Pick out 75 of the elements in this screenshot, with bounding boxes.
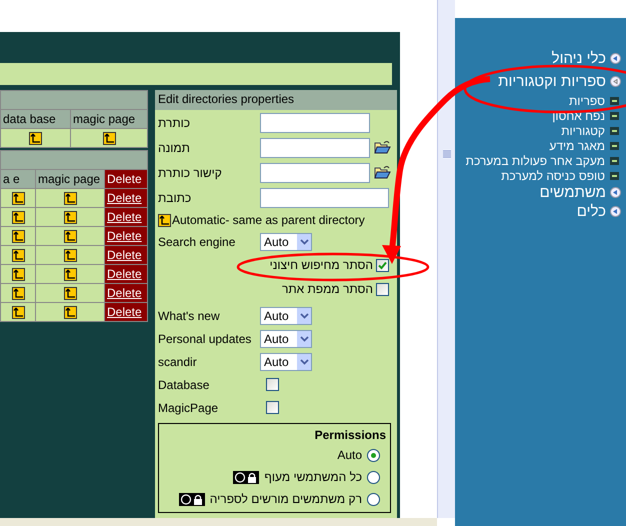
folder-icon[interactable] <box>374 165 391 180</box>
dropdown[interactable]: Auto <box>260 330 312 348</box>
up-arrow-icon[interactable] <box>12 287 24 300</box>
radio-label: כל המשתמשי מעוף <box>264 470 362 484</box>
scrollbar[interactable] <box>437 0 455 518</box>
up-arrow-icon[interactable] <box>64 306 76 320</box>
up-arrow-icon[interactable] <box>64 268 76 282</box>
dropdown[interactable]: Auto <box>260 306 312 324</box>
up-arrow-icon[interactable] <box>12 306 24 320</box>
item-bullet-icon <box>610 96 619 104</box>
panel-title: Edit directories properties <box>155 90 397 110</box>
scroll-grip-icon[interactable] <box>442 150 450 158</box>
checkbox[interactable] <box>376 258 389 272</box>
field-label: Personal updates <box>158 332 252 346</box>
sidebar-item[interactable]: נפח אחסון <box>552 108 621 123</box>
up-arrow-icon[interactable] <box>12 249 24 262</box>
checkbox-label: Database <box>158 378 210 392</box>
checkbox-label: MagicPage <box>158 400 218 414</box>
item-bullet-icon <box>610 112 619 120</box>
up-arrow-icon[interactable] <box>64 211 76 224</box>
column-header: magic page <box>70 110 148 128</box>
field-label: Search engine <box>158 234 236 248</box>
checkbox[interactable] <box>266 401 279 414</box>
auto-note: Automatic- same as parent directory <box>172 213 365 227</box>
sidebar-item[interactable]: קטגוריות <box>561 123 621 138</box>
up-arrow-icon[interactable] <box>12 211 24 224</box>
up-arrow-icon[interactable] <box>64 230 76 244</box>
radio-button[interactable] <box>367 492 380 506</box>
input-field[interactable] <box>260 138 370 158</box>
checkbox-label: הסתר מחיפוש חיצוני <box>270 258 373 272</box>
sidebar-item[interactable]: ספריות <box>568 93 621 108</box>
up-arrow-icon[interactable] <box>102 132 116 146</box>
item-bullet-icon <box>610 126 619 134</box>
sidebar-item[interactable]: מאגר מידע <box>549 138 621 153</box>
dropdown[interactable]: Auto <box>260 352 312 370</box>
sidebar-section[interactable]: ספריות וקטגוריות <box>498 72 621 91</box>
sidebar-item[interactable]: טופס כניסה למערכת <box>501 168 621 183</box>
dropdown[interactable]: Auto <box>260 232 312 250</box>
up-arrow-icon[interactable] <box>12 268 24 282</box>
field-label: כותרת <box>158 116 190 130</box>
up-arrow-icon[interactable] <box>64 249 76 262</box>
input-field[interactable] <box>260 112 370 132</box>
column-header: magic page <box>36 170 104 188</box>
radio-label: Auto <box>337 448 362 462</box>
sidebar-section[interactable]: משתמשים <box>540 183 621 202</box>
field-label: What's new <box>158 308 220 322</box>
up-arrow-icon[interactable] <box>64 287 76 300</box>
up-arrow-icon[interactable] <box>158 214 171 226</box>
up-arrow-icon[interactable] <box>12 192 24 206</box>
field-label: כתובת <box>158 190 192 204</box>
sidebar-section[interactable]: כלים <box>576 202 621 221</box>
radio-label: רק משתמשים מורשים לספריה <box>210 492 362 506</box>
radio-button[interactable] <box>367 470 380 484</box>
field-label: תמונה <box>158 140 190 154</box>
folder-icon[interactable] <box>374 140 391 155</box>
checkbox[interactable] <box>376 282 389 296</box>
item-bullet-icon <box>610 172 619 180</box>
radio-button[interactable] <box>367 448 380 462</box>
up-arrow-icon[interactable] <box>12 230 24 244</box>
item-bullet-icon <box>610 156 619 164</box>
item-bullet-icon <box>610 142 619 150</box>
delete-column-header: Delete <box>104 170 148 188</box>
sidebar-item[interactable]: מעקב אחר פעולות במערכת <box>466 153 621 168</box>
sidebar-section[interactable]: כלי ניהול <box>552 49 621 68</box>
checkbox-label: הסתר ממפת אתר <box>282 282 373 296</box>
column-header: data base <box>0 110 70 128</box>
checkbox[interactable] <box>266 378 279 391</box>
field-label: scandir <box>158 354 197 368</box>
up-arrow-icon[interactable] <box>29 132 42 146</box>
input-field[interactable] <box>260 162 370 182</box>
input-field[interactable] <box>260 188 389 208</box>
up-arrow-icon[interactable] <box>64 192 76 206</box>
column-header: a e <box>0 170 36 188</box>
permissions-title: Permissions <box>314 427 386 444</box>
field-label: קישור כותרת <box>158 166 222 180</box>
